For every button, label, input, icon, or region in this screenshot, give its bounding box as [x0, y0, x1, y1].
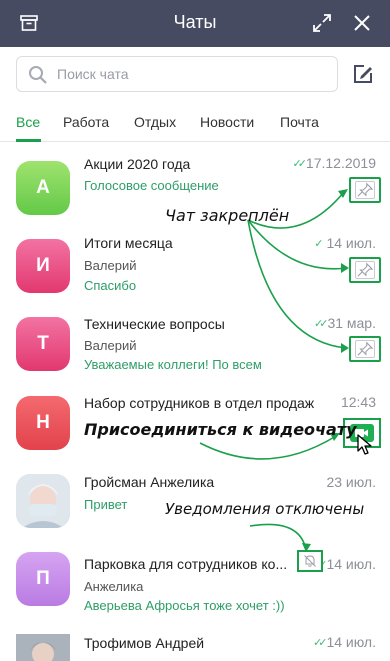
chat-sender: Валерий	[84, 258, 137, 273]
avatar: И	[16, 239, 70, 293]
chat-time: 23 июл.	[326, 474, 376, 490]
window-title: Чаты	[173, 12, 217, 32]
pin-icon	[355, 340, 375, 358]
pin-icon	[355, 181, 375, 199]
chat-title: Парковка для сотрудников ко...	[84, 556, 288, 572]
annotation-muted: Уведомления отключены	[165, 500, 365, 518]
chat-preview: Аверьева Афросья тоже хочет :))	[84, 598, 285, 613]
chat-item[interactable]: Гройсман Анжелика 23 июл. Привет	[0, 458, 390, 536]
double-check-icon: ✓✓	[313, 637, 328, 649]
tab-mail[interactable]: Почта	[280, 114, 319, 130]
avatar: Н	[16, 396, 70, 450]
close-icon[interactable]	[353, 14, 371, 32]
active-tab-indicator	[16, 139, 41, 142]
tab-all[interactable]: Все	[16, 114, 40, 130]
folder-tabs: Все Работа Отдых Новости Почта	[0, 104, 390, 142]
double-check-icon: ✓✓	[292, 158, 307, 170]
avatar-photo-icon	[16, 634, 70, 661]
chat-title: Итоги месяца	[84, 235, 173, 251]
tab-work[interactable]: Работа	[63, 114, 109, 130]
avatar	[16, 474, 70, 528]
chat-preview: Спасибо	[84, 278, 137, 293]
pin-icon	[355, 261, 375, 279]
chat-sender: Анжелика	[84, 579, 144, 594]
chat-sender: Валерий	[84, 338, 137, 353]
avatar: П	[16, 552, 70, 606]
chat-title: Набор сотрудников в отдел продаж	[84, 395, 315, 411]
chat-item[interactable]: П Парковка для сотрудников ко... ✓✓14 ию…	[0, 536, 390, 614]
check-icon: ✓	[314, 238, 324, 250]
search-icon	[29, 66, 47, 84]
chat-preview: Уважаемые коллеги! По всем	[84, 357, 262, 372]
mouse-cursor-icon	[357, 434, 372, 455]
compose-icon[interactable]	[352, 63, 374, 85]
chat-title: Трофимов Андрей	[84, 635, 205, 651]
chat-item[interactable]: Т Технические вопросы ✓✓ 31 мар. Валерий …	[0, 301, 390, 379]
chat-time: 12:43	[340, 394, 376, 410]
chat-title: Акции 2020 года	[84, 156, 191, 172]
chat-time: ✓ 14 июл.	[314, 235, 376, 251]
avatar	[16, 634, 70, 661]
pin-indicator	[349, 336, 381, 362]
muted-indicator	[297, 550, 323, 572]
pin-indicator	[349, 257, 381, 283]
chat-title: Гройсман Анжелика	[84, 474, 215, 490]
chat-time: ✓✓14 июл.	[313, 634, 376, 650]
title-bar: Чаты	[0, 0, 390, 47]
double-check-icon: ✓✓	[314, 318, 329, 330]
chat-item[interactable]: И Итоги месяца ✓ 14 июл. Валерий Спасибо	[0, 223, 390, 301]
chat-item[interactable]: Н Набор сотрудников в отдел продаж 12:43	[0, 380, 390, 458]
expand-icon[interactable]	[313, 14, 331, 32]
chat-preview: Привет	[84, 497, 128, 512]
annotation-pinned: Чат закреплён	[165, 206, 290, 225]
chat-time: ✓✓ 17.12.2019	[292, 155, 376, 171]
chat-time: ✓✓ 31 мар.	[314, 315, 376, 331]
chat-preview: Голосовое сообщение	[84, 178, 219, 193]
avatar: Т	[16, 317, 70, 371]
tab-leisure[interactable]: Отдых	[134, 114, 176, 130]
chat-item[interactable]: Трофимов Андрей ✓✓ 14 июл.	[0, 614, 390, 661]
tab-news[interactable]: Новости	[200, 114, 254, 130]
search-input[interactable]	[57, 63, 327, 85]
chat-title: Технические вопросы	[84, 316, 225, 332]
avatar: А	[16, 161, 70, 215]
pin-indicator	[349, 177, 381, 203]
avatar-photo-icon	[16, 474, 70, 528]
muted-bell-icon	[304, 555, 316, 567]
search-box[interactable]	[16, 56, 338, 92]
annotation-video: Присоединиться к видеочату	[84, 420, 357, 439]
